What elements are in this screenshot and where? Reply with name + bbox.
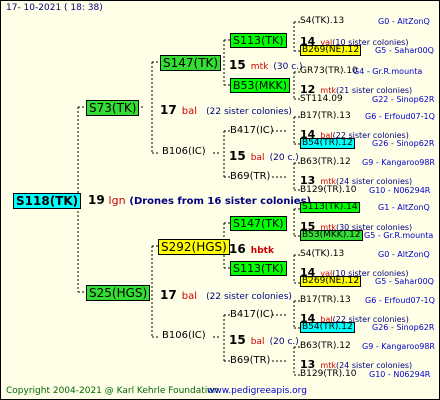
- root-note: (Drones from 16 sister colonies): [129, 196, 312, 207]
- upper-f2-breed: bal: [250, 153, 265, 163]
- upper-f1-note: (30 c.): [273, 62, 303, 72]
- lower-f2b-queen[interactable]: B69(TR): [230, 356, 270, 366]
- lower-f2-info: 15 bal (20 c.): [229, 331, 299, 347]
- upper-f1b-queen[interactable]: B53(MKK): [230, 78, 291, 93]
- upper-f1a-sire-gen: G0 - AltZonQ: [378, 17, 430, 26]
- lower-f2a-dam-gen: G26 - Sinop62R: [372, 323, 435, 332]
- lower-f1a-queen[interactable]: S147(TK): [230, 216, 287, 231]
- lower-f1b-sire-id: S4(TK).13: [300, 249, 345, 259]
- upper-f2a-sire-id: B17(TR).13: [300, 111, 351, 121]
- lower-f1a-sire-gen: G1 - AltZonQ: [378, 203, 430, 212]
- upper-f1-breed: mtk: [250, 62, 269, 72]
- upper-f1b-note: (21 sister colonies): [335, 86, 413, 95]
- upper-f1-queen[interactable]: S147(TK): [160, 55, 222, 71]
- upper-f1b-sire-gen: G4 - Gr.R.mounta: [353, 67, 423, 76]
- lower-f2-queen[interactable]: B106(IC): [162, 331, 206, 341]
- lower-f1b-sire-gen: G0 - AltZonQ: [378, 250, 430, 259]
- lower-f2-note: (20 c.): [269, 337, 299, 347]
- upper-f2b-queen[interactable]: B69(TR): [230, 172, 270, 182]
- upper-f1b-dam-id: ST114.09: [300, 94, 343, 104]
- header-date: 17- 10-2021 ( 18: 38): [6, 3, 103, 13]
- upper-f2a-dam-id: B54(TR).12: [300, 138, 355, 149]
- footer-copyright: Copyright 2004-2021 @ Karl Kehrle Founda…: [6, 386, 219, 396]
- lower-info: 17 bal (22 sister colonies): [160, 286, 292, 302]
- upper-f2-queen[interactable]: B106(IC): [162, 147, 206, 157]
- lower-note: (22 sister colonies): [206, 292, 292, 302]
- lower-f1-generation: 16: [229, 242, 246, 256]
- upper-f2a-queen[interactable]: B417(IC): [230, 126, 274, 136]
- upper-f2-note: (20 c.): [269, 153, 299, 163]
- root-generation: 19: [88, 193, 105, 207]
- footer-site-link[interactable]: www.pedigreeapis.org: [207, 387, 307, 396]
- lower-f2a-dam-id: B54(TR).12: [300, 322, 355, 333]
- lower-f1b-dam-gen: G5 - Sahar00Q: [375, 277, 434, 286]
- lower-f2a-queen[interactable]: B417(IC): [230, 310, 274, 320]
- upper-f1-generation: 15: [229, 58, 246, 72]
- lower-f1a-dam-id: B53(MKK).12: [300, 230, 363, 241]
- upper-f1a-dam-gen: G5 - Sahar00Q: [375, 46, 434, 55]
- root-queen[interactable]: S118(TK): [13, 193, 82, 209]
- upper-f2b-dam-gen: G10 - N06294R: [369, 186, 431, 195]
- upper-f2a-sire-gen: G6 - Erfoud07-1Q: [365, 112, 435, 121]
- lower-f1-queen[interactable]: S292(HGS): [158, 239, 230, 255]
- lower-f1b-queen[interactable]: S113(TK): [230, 261, 287, 276]
- upper-note: (22 sister colonies): [206, 107, 292, 117]
- lower-f1a-sire-id: S113(TK).14: [300, 202, 360, 213]
- lower-f1a-dam-gen: G5 - Gr.R.mounta: [364, 231, 434, 240]
- lower-queen[interactable]: S25(HGS): [86, 285, 151, 301]
- upper-f1a-queen[interactable]: S113(TK): [230, 33, 287, 48]
- lower-f2a-sire-gen: G6 - Erfoud07-1Q: [365, 296, 435, 305]
- lower-f2b-dam-id: B129(TR).10: [300, 369, 357, 379]
- upper-f1a-sire-id: S4(TK).13: [300, 16, 345, 26]
- upper-info: 17 bal (22 sister colonies): [160, 101, 292, 117]
- lower-f1-info: 16 hbtk: [229, 240, 274, 256]
- upper-f1b-dam-gen: G22 - Sinop62R: [372, 95, 435, 104]
- upper-breed: bal: [181, 106, 198, 117]
- upper-generation: 17: [160, 103, 177, 117]
- upper-f2b-dam-id: B129(TR).10: [300, 185, 357, 195]
- upper-f2-info: 15 bal (20 c.): [229, 147, 299, 163]
- lower-f1-breed: hbtk: [250, 246, 274, 256]
- root-info: 19 lgn (Drones from 16 sister colonies): [88, 194, 311, 207]
- lower-f2-breed: bal: [250, 337, 265, 347]
- upper-f2a-dam-gen: G26 - Sinop62R: [372, 139, 435, 148]
- upper-f1-info: 15 mtk (30 c.): [229, 56, 303, 72]
- upper-f2b-sire-id: B63(TR).12: [300, 157, 351, 167]
- upper-f1b-sire-id: GR73(TR).10: [300, 66, 358, 76]
- lower-generation: 17: [160, 288, 177, 302]
- lower-f2-generation: 15: [229, 333, 246, 347]
- upper-f1a-dam-id: B269(NE).12: [300, 45, 362, 56]
- upper-queen[interactable]: S73(TK): [86, 100, 140, 116]
- lower-f2a-sire-id: B17(TR).13: [300, 295, 351, 305]
- lower-f2b-dam-gen: G10 - N06294R: [369, 370, 431, 379]
- lower-f1b-dam-id: B269(NE).12: [300, 276, 362, 287]
- lower-f2b-sire-gen: G9 - Kangaroo98R: [362, 342, 435, 351]
- lower-f2b-sire-id: B63(TR).12: [300, 341, 351, 351]
- lower-breed: bal: [181, 291, 198, 302]
- upper-f2-generation: 15: [229, 149, 246, 163]
- root-breed: lgn: [108, 194, 126, 207]
- upper-f2b-sire-gen: G9 - Kangaroo98R: [362, 158, 435, 167]
